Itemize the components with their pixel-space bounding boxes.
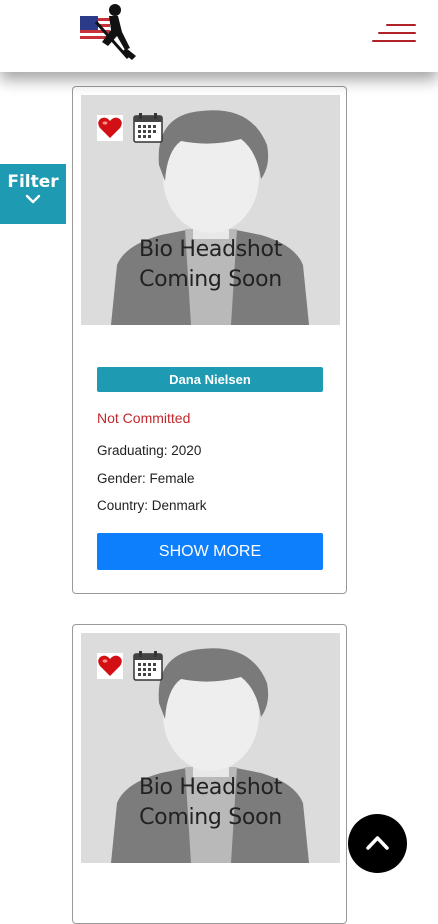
- commitment-status: Not Committed: [97, 410, 191, 426]
- graduating-year: Graduating: 2020: [97, 443, 202, 458]
- athlete-card: Bio Headshot Coming Soon Dana Nielsen No…: [72, 86, 347, 594]
- headshot-placeholder: Bio Headshot Coming Soon: [81, 633, 340, 863]
- show-more-button[interactable]: SHOW MORE: [97, 533, 323, 570]
- chevron-down-icon: [25, 194, 41, 204]
- calendar-icon[interactable]: [133, 651, 163, 681]
- rower-logo-icon[interactable]: [78, 2, 138, 62]
- photo-caption-line1: Bio Headshot: [138, 775, 283, 800]
- favorite-heart-icon[interactable]: [97, 653, 123, 679]
- filter-button[interactable]: Filter: [0, 164, 66, 224]
- gender: Gender: Female: [97, 471, 195, 486]
- site-header: [0, 0, 438, 72]
- filter-label: Filter: [7, 172, 59, 192]
- athlete-name[interactable]: Dana Nielsen: [97, 367, 323, 392]
- calendar-icon[interactable]: [133, 113, 163, 143]
- hamburger-menu-icon[interactable]: [372, 24, 416, 50]
- photo-caption-line2: Coming Soon: [139, 805, 282, 830]
- favorite-heart-icon[interactable]: [97, 115, 123, 141]
- athlete-card: Bio Headshot Coming Soon: [72, 624, 347, 924]
- country: Country: Denmark: [97, 498, 207, 513]
- photo-caption-line2: Coming Soon: [139, 267, 282, 292]
- photo-caption-line1: Bio Headshot: [138, 237, 283, 262]
- scroll-to-top-button[interactable]: [348, 814, 407, 873]
- headshot-placeholder: Bio Headshot Coming Soon: [81, 95, 340, 325]
- chevron-up-icon: [366, 836, 389, 850]
